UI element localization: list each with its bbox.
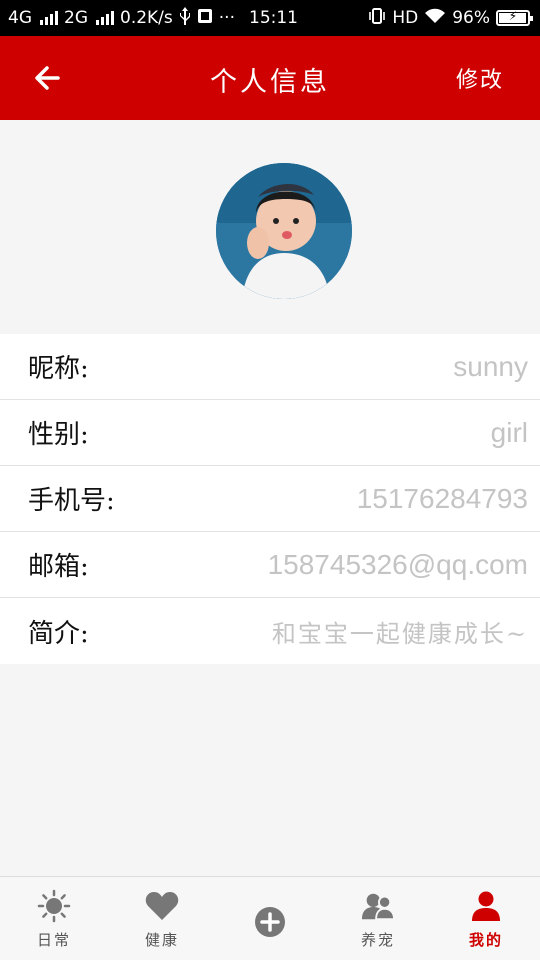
app-notify-icon: [197, 8, 213, 29]
field-label: 手机号:: [28, 486, 115, 516]
nav-item-health[interactable]: 健康: [108, 877, 216, 960]
network-4g: 4G: [8, 8, 32, 28]
nav-label: 我的: [468, 931, 503, 949]
field-value: girl: [490, 416, 528, 448]
field-label: 邮箱:: [28, 552, 89, 582]
status-left: 4G 2G 0.2K/s ··· 15:11: [8, 6, 298, 30]
app-bar: 个人信息 修改: [0, 36, 540, 120]
clock: 15:11: [249, 8, 298, 28]
field-nickname[interactable]: 昵称: sunny: [0, 334, 540, 400]
field-email[interactable]: 邮箱: 158745326@qq.com: [0, 532, 540, 598]
status-right: HD 96% ⚡: [368, 7, 533, 30]
field-label: 昵称:: [28, 354, 89, 384]
nav-label: 养宠: [360, 931, 395, 949]
field-value: 和宝宝一起健康成长~: [271, 619, 528, 648]
wifi-icon: [424, 8, 446, 29]
nav-item-pets[interactable]: 养宠: [324, 877, 432, 960]
nav-item-daily[interactable]: 日常: [0, 877, 108, 960]
hd-badge: HD: [392, 8, 419, 28]
user-icon: [469, 889, 503, 923]
field-value: 158745326@qq.com: [267, 548, 528, 580]
field-gender[interactable]: 性别: girl: [0, 400, 540, 466]
edit-button[interactable]: 修改: [456, 62, 504, 94]
field-value: 15176284793: [356, 482, 528, 514]
plus-circle-icon: [253, 905, 287, 939]
info-list: 昵称: sunny 性别: girl 手机号: 15176284793 邮箱: …: [0, 334, 540, 664]
signal-icon: [40, 11, 58, 25]
signal-icon-2: [96, 11, 114, 25]
field-phone[interactable]: 手机号: 15176284793: [0, 466, 540, 532]
nav-label: 健康: [144, 931, 179, 949]
more-indicator: ···: [218, 8, 235, 28]
field-label: 性别:: [28, 420, 89, 450]
avatar[interactable]: [216, 163, 352, 299]
network-2g: 2G: [64, 8, 88, 28]
nav-item-add[interactable]: [216, 877, 324, 960]
vibrate-icon: [368, 7, 386, 30]
field-bio[interactable]: 简介: 和宝宝一起健康成长~: [0, 598, 540, 664]
battery-percent: 96%: [452, 8, 490, 28]
bottom-nav: 日常 健康 养宠 我的: [0, 876, 540, 960]
avatar-photo-icon: [216, 163, 352, 299]
sun-icon: [37, 889, 71, 923]
usb-icon: [179, 6, 191, 30]
net-speed: 0.2K/s: [120, 8, 173, 28]
field-value: sunny: [453, 350, 528, 382]
status-bar: 4G 2G 0.2K/s ··· 15:11 HD 96% ⚡: [0, 0, 540, 36]
nav-label: 日常: [36, 931, 71, 949]
nav-item-mine[interactable]: 我的: [432, 877, 540, 960]
heart-icon: [145, 889, 179, 923]
people-icon: [361, 889, 395, 923]
avatar-section: [0, 120, 540, 334]
battery-icon: ⚡: [496, 9, 533, 26]
field-label: 简介:: [28, 618, 89, 649]
